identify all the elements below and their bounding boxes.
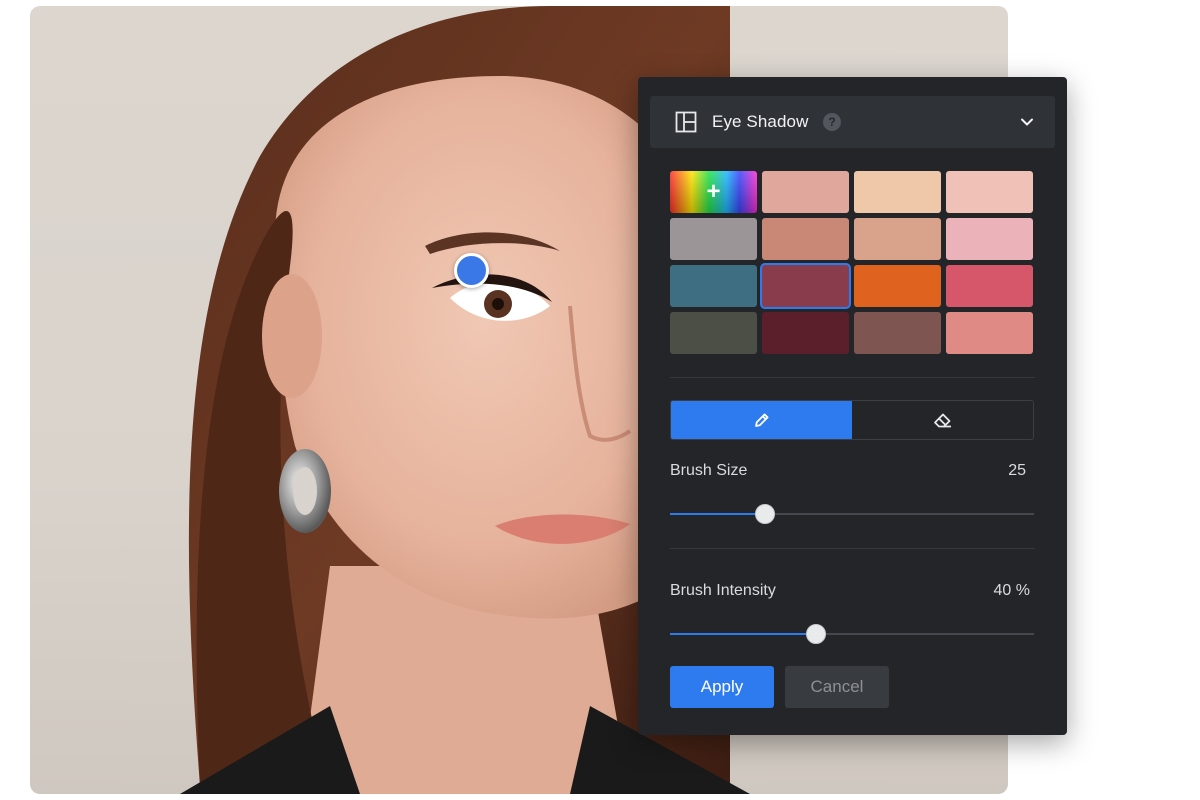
color-swatch[interactable] <box>670 265 757 307</box>
cancel-button[interactable]: Cancel <box>785 666 889 708</box>
help-icon[interactable]: ? <box>823 113 841 131</box>
eraser-icon <box>933 413 951 428</box>
color-swatch[interactable] <box>762 218 849 260</box>
brush-size-value: 25 <box>1008 462 1026 479</box>
divider <box>670 548 1035 549</box>
brush-size-slider[interactable] <box>670 503 1034 525</box>
panel-header-dropdown[interactable]: Eye Shadow ? <box>650 96 1055 148</box>
makeup-panel: Eye Shadow ? + Brush Size 25 Brush Inten… <box>638 77 1067 735</box>
plus-icon: + <box>706 178 721 205</box>
custom-color-swatch[interactable]: + <box>670 171 757 213</box>
color-swatch[interactable] <box>946 312 1033 354</box>
color-swatch[interactable] <box>946 171 1033 213</box>
chevron-down-icon[interactable] <box>1019 114 1035 130</box>
panel-title: Eye Shadow <box>712 112 809 131</box>
slider-thumb[interactable] <box>754 504 775 524</box>
slider-fill <box>670 633 816 635</box>
brush-intensity-slider[interactable] <box>670 623 1034 645</box>
color-swatch-grid: + <box>670 171 1035 354</box>
color-swatch[interactable] <box>762 171 849 213</box>
brush-intensity-value: 40 % <box>993 582 1030 599</box>
layout-icon <box>675 111 697 133</box>
color-swatch[interactable] <box>946 265 1033 307</box>
apply-button[interactable]: Apply <box>670 666 774 708</box>
color-swatch[interactable] <box>854 312 941 354</box>
brush-intensity-label: Brush Intensity <box>670 582 776 599</box>
tool-toggle <box>670 400 1034 440</box>
brush-icon <box>754 413 768 427</box>
color-swatch[interactable] <box>762 312 849 354</box>
color-swatch[interactable] <box>854 218 941 260</box>
slider-fill <box>670 513 765 515</box>
divider <box>670 377 1035 378</box>
brush-size-label: Brush Size <box>670 462 748 479</box>
color-swatch[interactable] <box>670 312 757 354</box>
color-swatch[interactable] <box>670 218 757 260</box>
color-swatch[interactable] <box>854 265 941 307</box>
color-swatch[interactable] <box>854 171 941 213</box>
eraser-tool-button[interactable] <box>852 401 1033 439</box>
brush-tool-button[interactable] <box>671 401 852 439</box>
color-swatch[interactable] <box>762 265 849 307</box>
slider-thumb[interactable] <box>805 624 826 644</box>
brush-cursor[interactable] <box>454 253 489 288</box>
color-swatch[interactable] <box>946 218 1033 260</box>
